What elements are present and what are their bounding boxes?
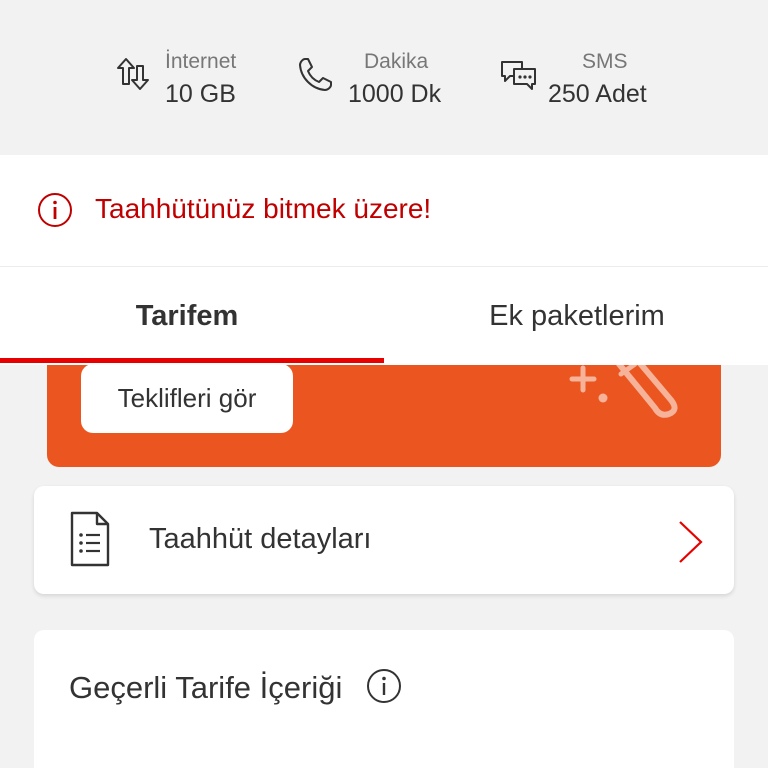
tab-tarifem-label: Tarifem xyxy=(135,299,239,332)
usage-internet: İnternet 10 GB xyxy=(113,50,263,120)
usage-summary: İnternet 10 GB Dakika 1000 Dk SMS 250 Ad… xyxy=(0,0,768,155)
document-list-icon xyxy=(70,511,110,567)
tab-bar: Tarifem Ek paketlerim xyxy=(0,267,768,365)
info-circle-icon[interactable] xyxy=(366,668,402,704)
chat-bubbles-icon xyxy=(501,61,536,90)
usage-sms: SMS 250 Adet xyxy=(498,50,668,120)
app-screen: İnternet 10 GB Dakika 1000 Dk SMS 250 Ad… xyxy=(0,0,768,768)
usage-internet-label: İnternet xyxy=(165,50,237,73)
active-tab-indicator xyxy=(0,358,384,363)
current-tariff-card: Geçerli Tarife İçeriği xyxy=(34,630,734,768)
info-circle-icon xyxy=(38,193,72,227)
usage-minutes-value: 1000 Dk xyxy=(348,80,442,108)
commitment-warning-banner: Taahhütünüz bitmek üzere! xyxy=(0,155,768,267)
usage-internet-value: 10 GB xyxy=(165,80,236,108)
tab-ek-paketlerim[interactable]: Ek paketlerim xyxy=(384,267,768,365)
commitment-details-row[interactable]: Taahhüt detayları xyxy=(34,486,734,594)
warning-message: Taahhütünüz bitmek üzere! xyxy=(95,193,432,224)
usage-minutes: Dakika 1000 Dk xyxy=(296,50,466,120)
commitment-details-label: Taahhüt detayları xyxy=(149,523,372,555)
usage-sms-label: SMS xyxy=(582,50,628,73)
tab-tarifem[interactable]: Tarifem xyxy=(0,267,384,365)
magic-wand-icon xyxy=(569,360,678,418)
see-offers-button[interactable]: Teklifleri gör xyxy=(81,364,293,433)
current-tariff-title: Geçerli Tarife İçeriği xyxy=(69,670,343,705)
usage-minutes-label: Dakika xyxy=(364,50,429,73)
data-transfer-icon xyxy=(117,58,149,90)
phone-icon xyxy=(299,58,332,91)
tab-ek-paketlerim-label: Ek paketlerim xyxy=(489,299,665,332)
chevron-right-icon xyxy=(679,521,703,563)
usage-sms-value: 250 Adet xyxy=(548,80,647,108)
